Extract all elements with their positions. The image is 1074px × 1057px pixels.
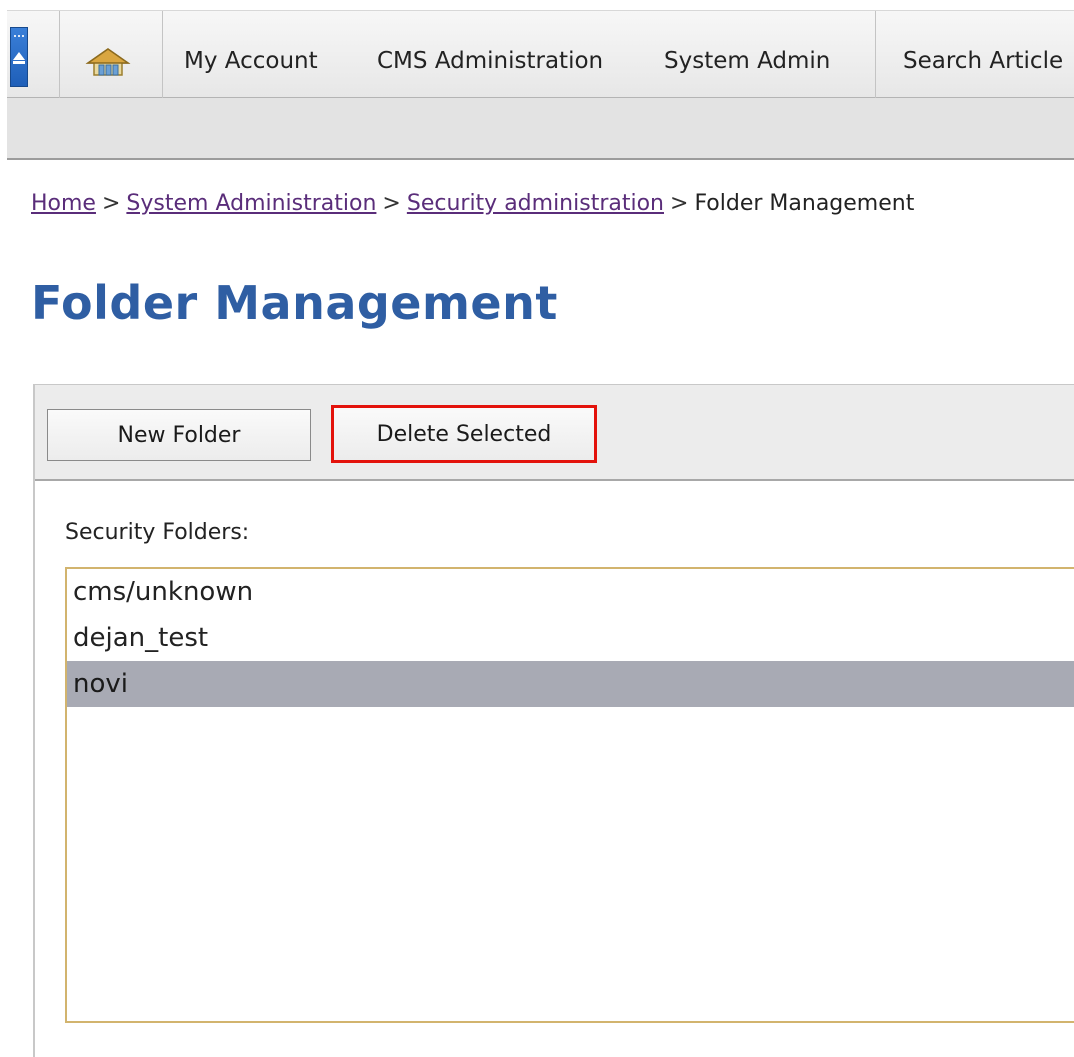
nav-cms-administration[interactable]: CMS Administration [377, 11, 603, 98]
home-button[interactable] [59, 11, 162, 98]
sub-navigation-bar [7, 98, 1074, 160]
nav-system-admin[interactable]: System Admin [664, 11, 830, 98]
app-menu-icon[interactable] [10, 27, 28, 87]
list-item-selected[interactable]: novi [67, 661, 1074, 707]
breadcrumb-separator: > [101, 191, 121, 216]
nav-divider [875, 11, 876, 98]
breadcrumb-link-home[interactable]: Home [31, 191, 96, 216]
folder-management-panel: New Folder Delete Selected Security Fold… [33, 384, 1074, 1057]
nav-search-article[interactable]: Search Article [903, 11, 1063, 98]
breadcrumb-link-system-administration[interactable]: System Administration [126, 191, 376, 216]
breadcrumb-link-security-administration[interactable]: Security administration [407, 191, 664, 216]
security-folders-list[interactable]: cms/unknown dejan_test novi [65, 567, 1074, 1023]
breadcrumb-current: Folder Management [694, 191, 915, 216]
security-folders-label: Security Folders: [65, 520, 250, 545]
breadcrumb-separator: > [382, 191, 401, 216]
delete-selected-button[interactable]: Delete Selected [331, 405, 597, 463]
breadcrumb-separator: > [670, 191, 689, 216]
list-item[interactable]: cms/unknown [67, 569, 1074, 615]
list-item[interactable]: dejan_test [67, 615, 1074, 661]
top-navigation-bar: My Account CMS Administration System Adm… [7, 10, 1074, 98]
home-icon [85, 48, 131, 76]
nav-divider [162, 11, 163, 98]
breadcrumb: Home > System Administration > Security admi… [31, 191, 914, 216]
toolbar: New Folder Delete Selected [35, 385, 1074, 481]
new-folder-button[interactable]: New Folder [47, 409, 311, 461]
page-title: Folder Management [31, 276, 558, 330]
nav-my-account[interactable]: My Account [184, 11, 318, 98]
